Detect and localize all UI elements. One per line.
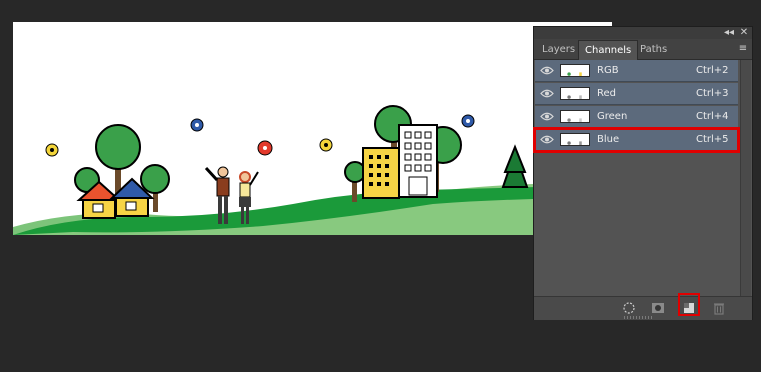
eye-icon[interactable]	[539, 131, 555, 148]
panel-menu-icon[interactable]: ≡	[736, 42, 750, 56]
save-selection-icon[interactable]	[651, 301, 665, 315]
channel-shortcut: Ctrl+4	[696, 111, 729, 122]
collapse-icon[interactable]: ◂◂	[722, 27, 736, 39]
eye-icon[interactable]	[539, 108, 555, 125]
panel-tabs: Layers Channels Paths ≡	[534, 39, 752, 61]
flower-red	[257, 140, 273, 156]
tab-paths[interactable]: Paths	[634, 41, 673, 59]
pine-tree	[501, 144, 529, 188]
channel-list-scrollbar[interactable]	[740, 60, 751, 296]
eye-icon[interactable]	[539, 62, 555, 79]
flower-yellow-2	[319, 138, 333, 152]
close-icon[interactable]: ✕	[738, 27, 750, 39]
channel-thumbnail	[560, 64, 590, 77]
eye-icon[interactable]	[539, 85, 555, 102]
panel-title-bar[interactable]: ◂◂ ✕	[534, 27, 752, 39]
building-yellow	[362, 147, 400, 199]
flower-yellow-1	[45, 143, 59, 157]
tab-channels[interactable]: Channels	[578, 40, 639, 61]
document-canvas[interactable]	[13, 22, 612, 235]
channel-row-green[interactable]: Green Ctrl+4	[535, 106, 738, 128]
building-white	[398, 124, 438, 198]
channel-shortcut: Ctrl+5	[696, 134, 729, 145]
panel-bottom-bar	[534, 296, 752, 320]
channel-thumbnail	[560, 133, 590, 146]
flower-blue-1	[190, 118, 204, 132]
channel-name: Green	[597, 111, 628, 122]
illustration	[13, 105, 612, 235]
channel-name: RGB	[597, 65, 619, 76]
channel-row-blue[interactable]: Blue Ctrl+5	[533, 127, 740, 153]
channel-name: Red	[597, 88, 616, 99]
channel-row-red[interactable]: Red Ctrl+3	[535, 83, 738, 105]
flower-blue-2	[461, 114, 475, 128]
channels-panel: ◂◂ ✕ Layers Channels Paths ≡ RGB Ctrl+2	[533, 26, 753, 320]
load-selection-icon[interactable]	[622, 301, 636, 315]
channel-name: Blue	[597, 134, 620, 145]
channel-row-rgb[interactable]: RGB Ctrl+2	[535, 60, 738, 82]
channel-list: RGB Ctrl+2 Red Ctrl+3 Green Ctrl+4 Blue …	[533, 60, 740, 296]
channel-shortcut: Ctrl+3	[696, 88, 729, 99]
channel-thumbnail	[560, 87, 590, 100]
resize-grip[interactable]	[624, 316, 652, 319]
tab-layers[interactable]: Layers	[536, 41, 581, 59]
new-channel-highlight	[678, 293, 700, 316]
trash-icon[interactable]	[712, 301, 726, 315]
channel-thumbnail	[560, 110, 590, 123]
channel-shortcut: Ctrl+2	[696, 65, 729, 76]
